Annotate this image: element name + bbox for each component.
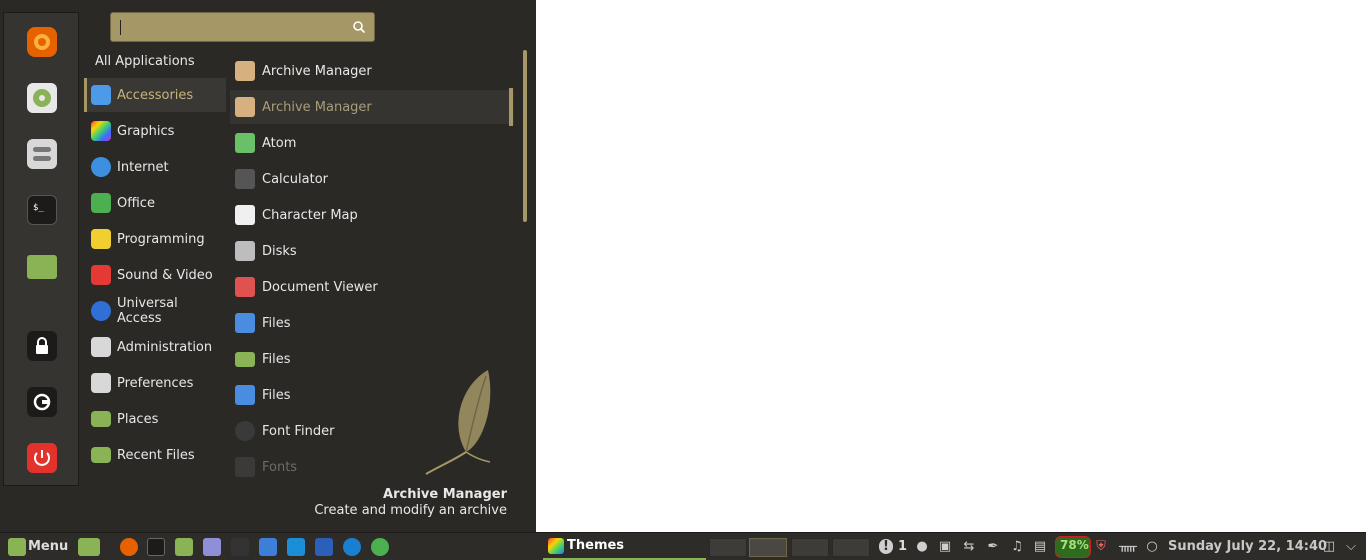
archive-manager-icon <box>235 97 255 117</box>
logout-icon[interactable] <box>27 387 57 417</box>
recent-files-icon <box>91 447 111 463</box>
screenshot-icon[interactable]: ▣ <box>938 539 952 554</box>
clock[interactable]: Sunday July 22, 14:40 <box>1168 539 1327 554</box>
app-document-viewer[interactable]: Document Viewer <box>230 270 514 304</box>
app-atom[interactable]: Atom <box>230 126 514 160</box>
web-icon[interactable] <box>343 538 361 556</box>
system-monitor-icon[interactable] <box>231 538 249 556</box>
workspace-4[interactable] <box>832 538 870 557</box>
workspace-1[interactable] <box>709 538 747 557</box>
atom-icon <box>235 133 255 153</box>
category-accessories[interactable]: Accessories <box>84 78 226 112</box>
files-icon[interactable] <box>78 538 100 556</box>
category-programming[interactable]: Programming <box>84 222 226 256</box>
notification-count: 1 <box>898 539 908 554</box>
lock-icon[interactable] <box>27 331 57 361</box>
app-archive-manager[interactable]: Archive Manager <box>230 54 514 88</box>
category-places[interactable]: Places <box>84 402 226 436</box>
preferences-icon <box>91 373 111 393</box>
files-icon <box>235 385 255 405</box>
category-office[interactable]: Office <box>84 186 226 220</box>
terminal-icon[interactable] <box>147 538 165 556</box>
notification-icon[interactable]: ! <box>879 539 893 554</box>
universal-access-icon <box>91 301 111 321</box>
application-menu: $_ All Applications Accessories Graphics… <box>0 0 536 532</box>
files-icon <box>235 313 255 333</box>
hover-indicator <box>509 88 513 126</box>
internet-icon <box>91 157 111 177</box>
category-sound-video[interactable]: Sound & Video <box>84 258 226 292</box>
accessories-icon <box>91 85 111 105</box>
settings-icon[interactable] <box>27 139 57 169</box>
menu-button-label[interactable]: Menu <box>28 539 68 554</box>
search-input[interactable] <box>110 12 375 42</box>
places-folder-icon <box>91 411 111 427</box>
svg-text:$_: $_ <box>33 203 44 213</box>
clipboard-icon[interactable]: ▤ <box>1033 539 1047 554</box>
app-description: Archive Manager Create and modify an arc… <box>314 487 507 518</box>
app-icon[interactable] <box>287 538 305 556</box>
show-desktop-icon[interactable]: ◫ <box>1322 539 1336 554</box>
bottom-panel: Menu Themes ! 1 ● ▣ ⇆ ✒ ♫ ▤ 78% ⛨ ᚅ ○ Su… <box>0 532 1366 560</box>
app-archive-manager-hovered[interactable]: Archive Manager <box>230 90 514 124</box>
firefox-icon[interactable] <box>27 27 57 57</box>
disks-icon <box>235 241 255 261</box>
user-icon[interactable]: ● <box>915 539 929 554</box>
app-calculator[interactable]: Calculator <box>230 162 514 196</box>
task-themes[interactable]: Themes <box>543 533 706 560</box>
office-icon <box>91 193 111 213</box>
color-picker-icon[interactable]: ✒ <box>986 539 1000 554</box>
sound-video-icon <box>91 265 111 285</box>
leaf-watermark-icon <box>425 370 491 475</box>
category-preferences[interactable]: Preferences <box>84 366 226 400</box>
description-title: Archive Manager <box>383 487 507 502</box>
document-icon[interactable] <box>259 538 277 556</box>
files-folder-icon <box>235 351 255 367</box>
folder-icon[interactable] <box>175 538 193 556</box>
bluetooth-icon[interactable]: ᚅ <box>1119 539 1137 554</box>
security-shield-icon[interactable]: ⛨ <box>1094 539 1108 554</box>
panel-menu-chevron-icon[interactable]: ⌵ <box>1344 539 1358 554</box>
font-finder-icon <box>235 421 255 441</box>
mint-menu-icon[interactable] <box>8 538 26 556</box>
app-files-1[interactable]: Files <box>230 306 514 340</box>
category-recent-files[interactable]: Recent Files <box>84 438 226 472</box>
category-internet[interactable]: Internet <box>84 150 226 184</box>
document-viewer-icon <box>235 277 255 297</box>
terminal-icon[interactable]: $_ <box>27 195 57 225</box>
fonts-icon <box>235 457 255 477</box>
archive-manager-icon <box>235 61 255 81</box>
graphics-icon <box>91 121 111 141</box>
text-cursor <box>120 20 121 35</box>
themes-icon <box>548 538 564 554</box>
category-administration[interactable]: Administration <box>84 330 226 364</box>
workspace-3[interactable] <box>791 538 829 557</box>
power-icon[interactable] <box>27 443 57 473</box>
workspace-2[interactable] <box>749 538 787 557</box>
category-universal-access[interactable]: Universal Access <box>84 294 226 328</box>
battery-percent: 78% <box>1060 538 1089 552</box>
app-character-map[interactable]: Character Map <box>230 198 514 232</box>
category-graphics[interactable]: Graphics <box>84 114 226 148</box>
chrome-icon[interactable] <box>371 538 389 556</box>
favorites-bar: $_ <box>3 12 79 486</box>
administration-icon <box>91 337 111 357</box>
text-editor-icon[interactable] <box>203 538 221 556</box>
calculator-icon <box>235 169 255 189</box>
character-map-icon <box>235 205 255 225</box>
network-transfer-icon[interactable]: ⇆ <box>962 539 976 554</box>
app-disks[interactable]: Disks <box>230 234 514 268</box>
description-subtitle: Create and modify an archive <box>314 503 507 518</box>
sound-icon[interactable]: ♫ <box>1010 539 1024 554</box>
search-icon[interactable] <box>352 20 366 34</box>
virtualbox-icon[interactable] <box>315 538 333 556</box>
firefox-icon[interactable] <box>120 538 138 556</box>
files-icon[interactable] <box>27 255 57 279</box>
software-manager-icon[interactable] <box>27 83 57 113</box>
all-applications-link[interactable]: All Applications <box>95 54 195 69</box>
apps-scrollbar[interactable] <box>523 50 527 222</box>
programming-icon <box>91 229 111 249</box>
redshift-bulb-icon[interactable]: ○ <box>1145 539 1159 554</box>
